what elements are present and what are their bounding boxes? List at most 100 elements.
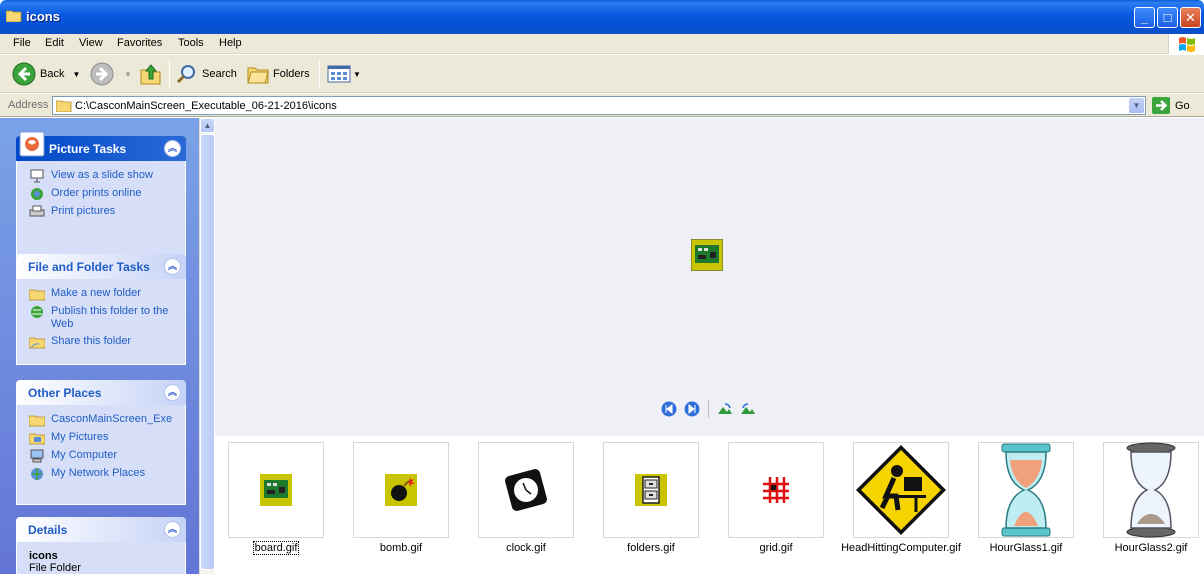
forward-button[interactable]: ▼ [90,61,132,87]
task-print-pictures[interactable]: Print pictures [17,203,185,221]
address-path: C:\CasconMainScreen_Executable_06-21-201… [75,100,337,112]
address-input[interactable]: C:\CasconMainScreen_Executable_06-21-201… [52,96,1146,115]
image-preview [215,118,1204,436]
thumbnail-label[interactable]: bomb.gif [331,542,471,554]
filing-cabinet-image [635,474,667,506]
other-places-title: Other Places [28,386,102,400]
menu-favorites[interactable]: Favorites [117,37,162,49]
publish-web-icon [31,306,43,318]
picture-tasks-header[interactable]: Picture Tasks ︽ [16,131,186,161]
thumbnail-label[interactable]: clock.gif [456,542,596,554]
chevron-up-icon: ▲ [203,121,212,130]
thumbnail-label[interactable]: folders.gif [581,542,721,554]
place-my-computer[interactable]: My Computer [17,447,185,465]
network-places-icon [31,468,43,480]
thumbnail-hourglass2[interactable] [1103,442,1199,538]
details-panel: Details ︽ icons File Folder [16,517,186,574]
scroll-up-button[interactable]: ▲ [200,118,215,133]
back-label: Back [40,68,65,80]
picture-tasks-title: Picture Tasks [49,142,127,156]
thumbnail-label[interactable]: HeadHittingComputer.gif [831,542,971,554]
thumbnail-clock[interactable] [478,442,574,538]
task-label: Share this folder [51,335,132,347]
task-share-folder[interactable]: Share this folder [17,333,185,351]
address-label: Address [8,99,49,111]
thumbnail-bomb[interactable] [353,442,449,538]
other-places-header[interactable]: Other Places ︽ [16,380,186,405]
place-casconmainscreen[interactable]: CasconMainScreen_Exe [17,411,185,429]
my-computer-icon [30,449,44,463]
hourglass-image [1001,443,1051,537]
folders-button[interactable]: Folders [247,61,310,87]
windows-flag-icon [1179,37,1195,52]
up-folder-button[interactable] [140,61,162,87]
place-my-network[interactable]: My Network Places [17,465,185,483]
thumbnail-board[interactable] [228,442,324,538]
place-my-pictures[interactable]: My Pictures [17,429,185,447]
thumbnail-label[interactable]: HourGlass2.gif [1081,542,1204,554]
maximize-button[interactable]: □ [1157,7,1178,28]
thumbnail-label[interactable]: HourGlass1.gif [956,542,1096,554]
task-publish-web[interactable]: Publish this folder to the Web [17,303,185,333]
forward-dropdown-icon[interactable]: ▼ [124,70,132,79]
menu-help[interactable]: Help [219,37,242,49]
thumbnail-label[interactable]: grid.gif [706,542,846,554]
thumbnail-label[interactable]: board.gif [206,541,346,555]
maximize-icon: □ [1163,10,1172,25]
bomb-image [385,474,417,506]
menu-edit[interactable]: Edit [45,37,64,49]
slideshow-icon [30,169,44,183]
next-image-button[interactable] [684,401,700,417]
file-folder-tasks-header[interactable]: File and Folder Tasks ︽ [16,254,186,279]
task-label: My Network Places [51,467,146,479]
task-view-slideshow[interactable]: View as a slide show [17,167,185,185]
rotate-counterclockwise-button[interactable] [740,401,756,417]
menu-file[interactable]: File [13,37,31,49]
my-pictures-icon [29,433,45,445]
windows-logo [1168,34,1204,54]
chevron-up-icon: ︽ [167,387,177,397]
back-button[interactable]: Back ▼ [12,61,80,87]
search-button[interactable]: Search [176,61,237,87]
collapse-button[interactable]: ︽ [164,140,181,157]
collapse-button[interactable]: ︽ [164,384,181,401]
minimize-button[interactable]: _ [1134,7,1155,28]
views-button[interactable]: ▼ [327,61,361,87]
chevron-down-icon: ▼ [1132,101,1141,110]
thumbnail-headhittingcomputer[interactable] [853,442,949,538]
previous-image-button[interactable] [661,401,677,417]
file-folder-tasks-panel: File and Folder Tasks ︽ Make a new folde… [16,254,186,365]
menu-view[interactable]: View [79,37,103,49]
task-label: CasconMainScreen_Exe [51,413,173,425]
search-icon [176,65,195,84]
board-image [260,474,292,506]
collapse-button[interactable]: ︽ [164,521,181,538]
details-body: icons File Folder [16,542,186,574]
menu-tools[interactable]: Tools [178,37,204,49]
forward-arrow-icon [90,62,114,86]
task-order-prints[interactable]: Order prints online [17,185,185,203]
menu-bar: File Edit View Favorites Tools Help [0,34,1204,54]
rotate-clockwise-button[interactable] [717,401,733,417]
order-prints-icon [31,188,43,200]
task-make-folder[interactable]: Make a new folder [17,285,185,303]
thumbnail-hourglass1[interactable] [978,442,1074,538]
folder-icon [56,100,72,112]
details-header[interactable]: Details ︽ [16,517,186,542]
thumbnail-grid[interactable] [728,442,824,538]
close-button[interactable]: ✕ [1180,7,1201,28]
go-button[interactable]: Go [1152,97,1190,114]
task-pane-scrollbar[interactable]: ▲ [199,118,215,574]
collapse-button[interactable]: ︽ [164,258,181,275]
other-places-panel: Other Places ︽ CasconMainScreen_Exe My P… [16,380,186,505]
window-title: icons [26,9,60,24]
title-bar[interactable]: icons _ □ ✕ [0,0,1204,34]
back-dropdown-icon[interactable]: ▼ [72,70,80,79]
scroll-thumb[interactable] [200,134,215,570]
task-label: My Computer [51,449,118,461]
address-dropdown-button[interactable]: ▼ [1129,98,1144,113]
views-dropdown-icon[interactable]: ▼ [353,70,361,79]
task-label: View as a slide show [51,169,153,181]
thumbnail-folders[interactable] [603,442,699,538]
folder-icon [6,10,22,22]
